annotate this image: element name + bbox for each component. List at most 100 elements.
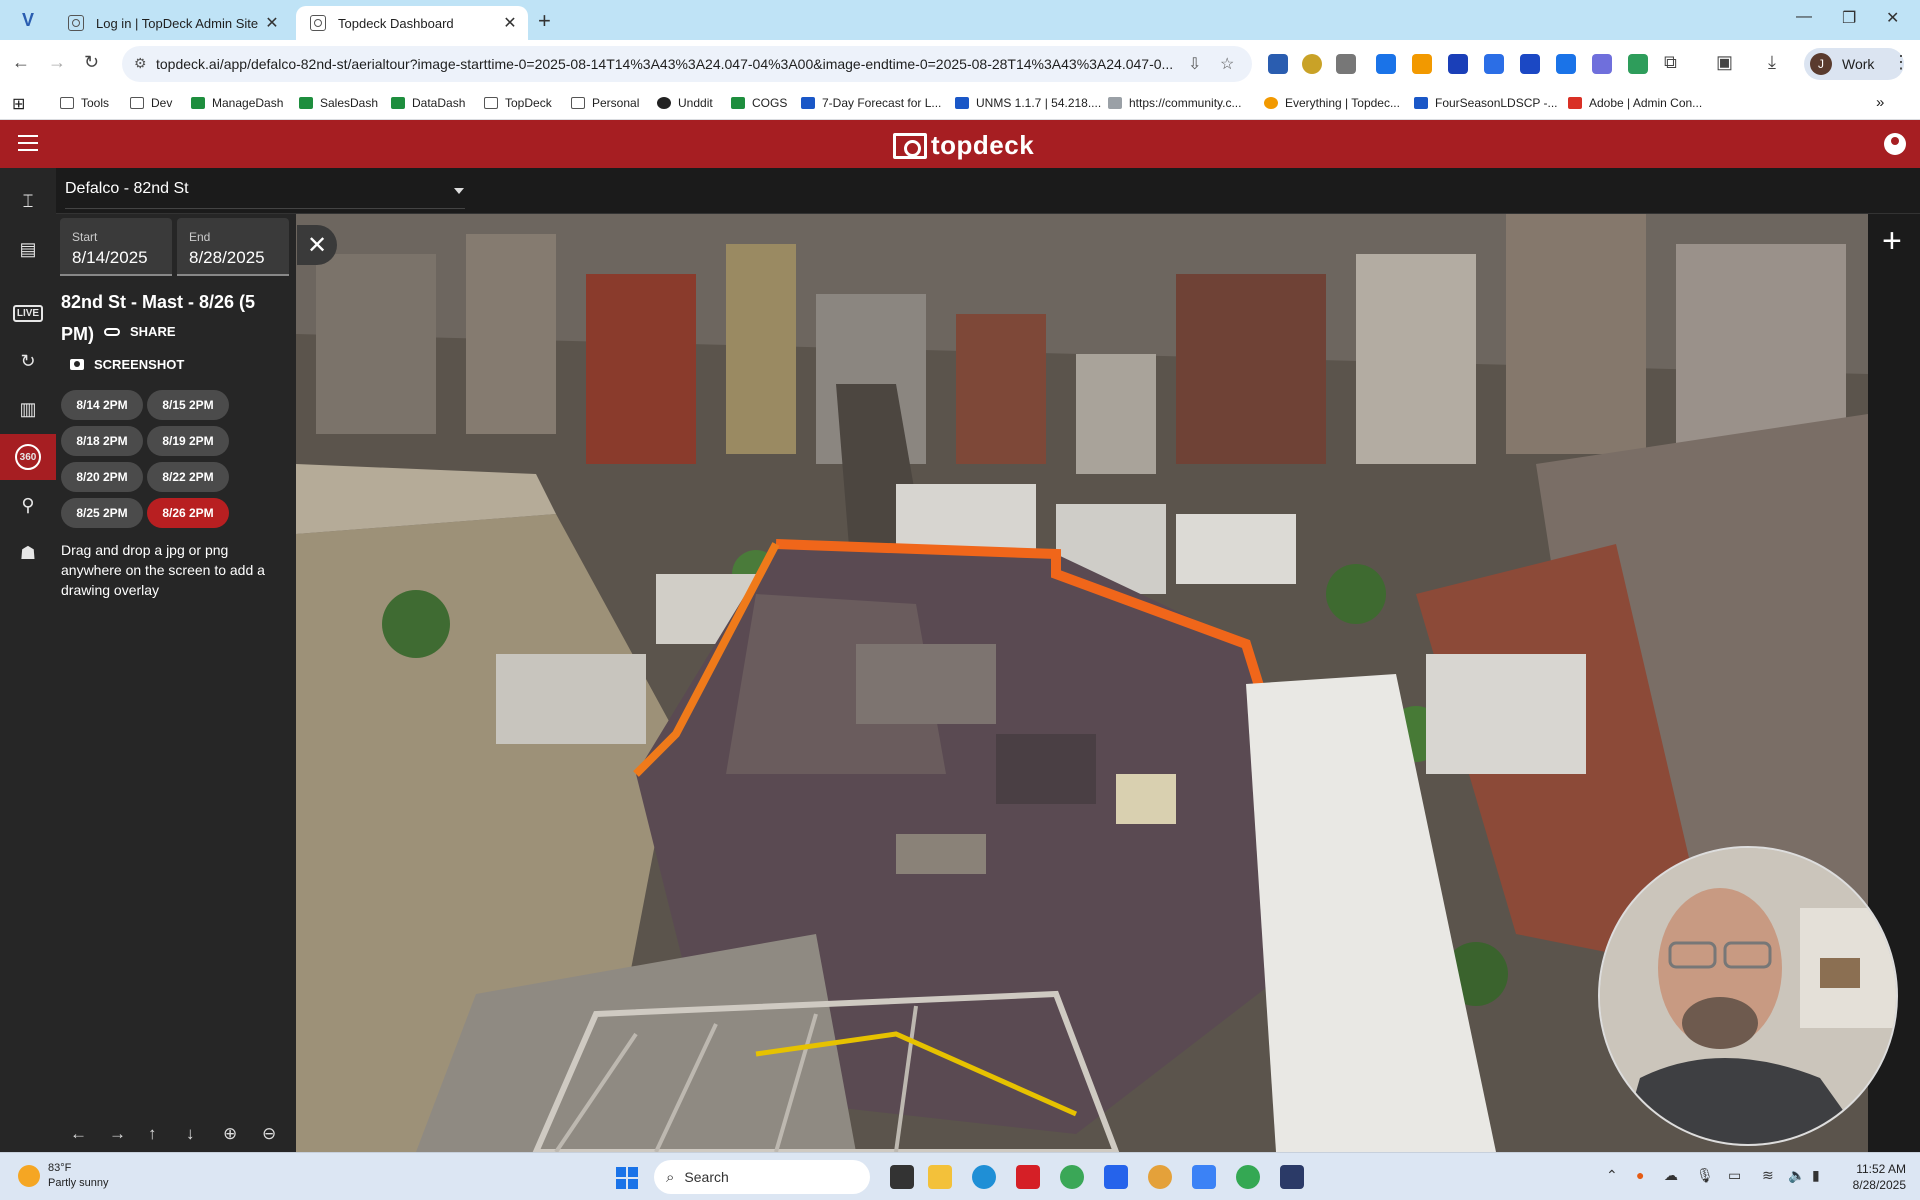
bookmark-salesdash[interactable]: SalesDash	[299, 96, 378, 110]
capture-chip[interactable]: 8/15 2PM	[147, 390, 229, 420]
end-date-value[interactable]: 8/28/2025	[189, 248, 265, 268]
show-hidden-icons-icon[interactable]: ⌃	[1606, 1167, 1618, 1184]
drone-icon[interactable]: ⚲	[0, 482, 56, 528]
install-icon[interactable]: ⇩	[1188, 54, 1201, 74]
extension-icon[interactable]	[1628, 54, 1648, 74]
end-date-field[interactable]: End 8/28/2025	[177, 218, 289, 276]
live-icon[interactable]: LIVE	[0, 290, 56, 336]
start-date-value[interactable]: 8/14/2025	[72, 248, 148, 268]
close-panel-icon[interactable]: ✕	[297, 225, 337, 265]
extension-icon[interactable]	[1412, 54, 1432, 74]
display-icon[interactable]: ▭	[1728, 1167, 1741, 1184]
history-icon[interactable]: ↻	[0, 338, 56, 384]
screen-recorder-icon[interactable]	[1280, 1165, 1304, 1189]
tab-admin-login[interactable]: Log in | TopDeck Admin Site ✕	[54, 6, 290, 40]
capture-chip[interactable]: 8/19 2PM	[147, 426, 229, 456]
windows-start-icon[interactable]	[616, 1167, 638, 1189]
extensions-puzzle-icon[interactable]: ⧉	[1664, 52, 1677, 73]
bookmark-managedash[interactable]: ManageDash	[191, 96, 283, 110]
capture-chip[interactable]: 8/22 2PM	[147, 462, 229, 492]
capture-chip[interactable]: 8/20 2PM	[61, 462, 143, 492]
volume-icon[interactable]: 🔈	[1788, 1167, 1805, 1184]
more-bookmarks-icon[interactable]: »	[1876, 94, 1884, 111]
extension-icon[interactable]	[1556, 54, 1576, 74]
bookmark-unddit[interactable]: Unddit	[657, 96, 713, 110]
chrome-icon[interactable]	[1060, 1165, 1084, 1189]
forward-icon[interactable]: →	[48, 52, 66, 73]
report-icon[interactable]: ▤	[0, 226, 56, 272]
tab-topdeck-dashboard[interactable]: Topdeck Dashboard ✕	[296, 6, 528, 40]
bookmark-forecast[interactable]: 7-Day Forecast for L...	[801, 96, 941, 110]
bookmark-everything[interactable]: Everything | Topdec...	[1264, 96, 1400, 110]
restore-icon[interactable]: ❐	[1842, 8, 1856, 28]
tab-search-icon[interactable]: V	[22, 10, 42, 30]
pan-left-icon[interactable]: ←	[70, 1124, 87, 1144]
gallery-icon[interactable]: ▥	[0, 386, 56, 432]
side-panel-icon[interactable]: ▣	[1716, 52, 1733, 73]
bookmark-star-icon[interactable]: ☆	[1220, 54, 1234, 74]
battery-icon[interactable]: ▮	[1812, 1167, 1820, 1184]
bookmark-community[interactable]: https://community.c...	[1108, 96, 1241, 110]
zoom-out-icon[interactable]: ⊖	[262, 1124, 276, 1144]
tab-close-icon[interactable]: ✕	[262, 13, 282, 33]
file-explorer-icon[interactable]	[928, 1165, 952, 1189]
team-icon[interactable]: ☗	[0, 530, 56, 576]
screenshot-button[interactable]: SCREENSHOT	[70, 357, 184, 372]
add-overlay-icon[interactable]: +	[1882, 224, 1902, 258]
profile-button[interactable]: J Work	[1804, 48, 1904, 80]
bookmark-datadash[interactable]: DataDash	[391, 96, 465, 110]
bookmark-cogs[interactable]: COGS	[731, 96, 787, 110]
extension-icon[interactable]	[1592, 54, 1612, 74]
reload-icon[interactable]: ↻	[84, 52, 99, 73]
url-text[interactable]: topdeck.ai/app/defalco-82nd-st/aerialtou…	[156, 56, 1176, 72]
pan-up-icon[interactable]: ↑	[148, 1124, 157, 1144]
extension-icon[interactable]	[1268, 54, 1288, 74]
extension-icon[interactable]	[1376, 54, 1396, 74]
crane-icon[interactable]: ⌶	[0, 178, 56, 224]
bookmark-adobe[interactable]: Adobe | Admin Con...	[1568, 96, 1702, 110]
remote-desktop-icon[interactable]	[1192, 1165, 1216, 1189]
bookmark-personal[interactable]: Personal	[571, 96, 639, 110]
new-tab-icon[interactable]: +	[538, 8, 551, 34]
start-date-field[interactable]: Start 8/14/2025	[60, 218, 172, 276]
menu-icon[interactable]	[18, 135, 38, 153]
tab-close-icon[interactable]: ✕	[500, 13, 520, 33]
lastpass-icon[interactable]	[1016, 1165, 1040, 1189]
extension-icon[interactable]	[1484, 54, 1504, 74]
360-icon[interactable]: 360	[0, 434, 56, 480]
capture-chip[interactable]: 8/14 2PM	[61, 390, 143, 420]
site-info-icon[interactable]: ⚙	[134, 55, 147, 72]
edge-icon[interactable]	[972, 1165, 996, 1189]
bookmark-unms[interactable]: UNMS 1.1.7 | 54.218....	[955, 96, 1101, 110]
bookmark-fourseason[interactable]: FourSeasonLDSCP -...	[1414, 96, 1558, 110]
extension-icon[interactable]	[1448, 54, 1468, 74]
project-select[interactable]: Defalco - 82nd St	[65, 180, 189, 198]
window-close-icon[interactable]: ✕	[1886, 8, 1899, 28]
wifi-icon[interactable]: ≋	[1762, 1167, 1774, 1184]
chrome-profile-icon[interactable]	[1236, 1165, 1260, 1189]
capture-chip[interactable]: 8/18 2PM	[61, 426, 143, 456]
extension-icon[interactable]	[1302, 54, 1322, 74]
slack-icon[interactable]	[1148, 1165, 1172, 1189]
system-clock[interactable]: 11:52 AM 8/28/2025	[1830, 1161, 1906, 1193]
minimize-icon[interactable]: —	[1796, 8, 1812, 26]
extension-icon[interactable]	[1520, 54, 1540, 74]
share-button[interactable]: SHARE	[104, 324, 176, 339]
zoom-in-icon[interactable]: ⊕	[223, 1124, 237, 1144]
bookmark-topdeck[interactable]: TopDeck	[484, 96, 552, 110]
app-u-icon[interactable]	[1104, 1165, 1128, 1189]
taskbar-search[interactable]: ⌕ Search	[654, 1160, 870, 1194]
microphone-icon[interactable]: 🎙	[1696, 1167, 1714, 1184]
account-icon[interactable]	[1884, 133, 1906, 155]
cloud-icon[interactable]: ☁	[1664, 1167, 1678, 1184]
extension-icon[interactable]	[1336, 54, 1356, 74]
pan-right-icon[interactable]: →	[109, 1124, 126, 1144]
back-icon[interactable]: ←	[12, 52, 30, 73]
tray-app-icon[interactable]: ●	[1636, 1167, 1644, 1183]
pan-down-icon[interactable]: ↓	[186, 1124, 195, 1144]
address-bar[interactable]: ⚙ topdeck.ai/app/defalco-82nd-st/aerialt…	[122, 46, 1252, 82]
capture-chip-selected[interactable]: 8/26 2PM	[147, 498, 229, 528]
bookmark-tools[interactable]: Tools	[60, 96, 109, 110]
task-view-icon[interactable]	[890, 1165, 914, 1189]
capture-chip[interactable]: 8/25 2PM	[61, 498, 143, 528]
